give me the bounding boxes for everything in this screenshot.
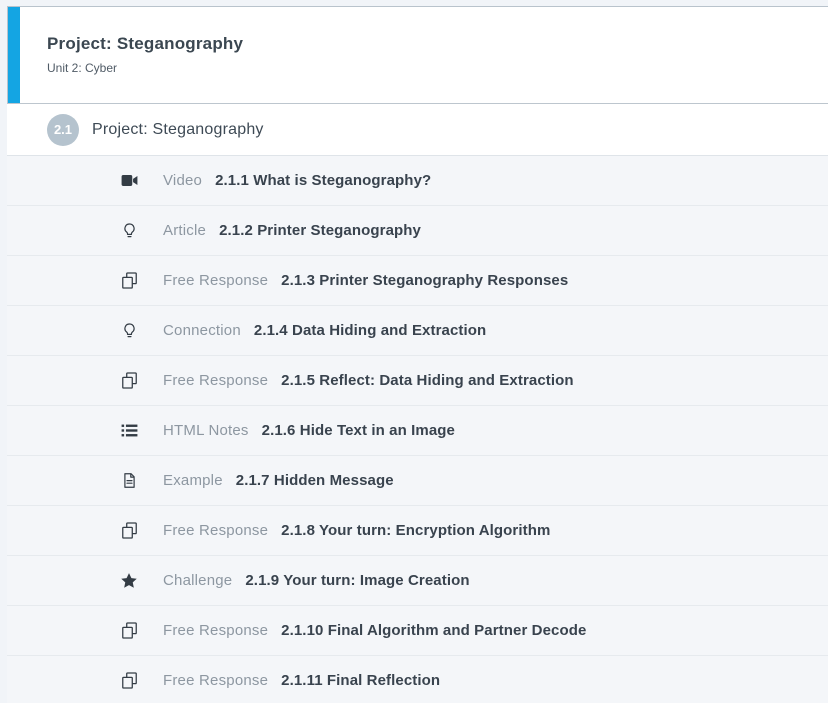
module-subtitle: Unit 2: Cyber [47,61,243,75]
copy-icon [107,671,151,690]
module-page: Project: Steganography Unit 2: Cyber 2.1… [7,6,828,703]
lesson-row[interactable]: Example 2.1.7 Hidden Message [7,456,828,506]
lesson-row[interactable]: Video 2.1.1 What is Steganography? [7,156,828,206]
lesson-row[interactable]: HTML Notes 2.1.6 Hide Text in an Image [7,406,828,456]
copy-icon [107,371,151,390]
lightbulb-icon [107,222,151,239]
lesson-row[interactable]: Free Response 2.1.11 Final Reflection [7,656,828,703]
lesson-title: 2.1.11 Final Reflection [281,672,440,689]
lesson-title: 2.1.2 Printer Steganography [219,222,421,239]
list-icon [107,421,151,440]
module-header: Project: Steganography Unit 2: Cyber [7,6,828,104]
lesson-title: 2.1.6 Hide Text in an Image [262,422,455,439]
module-header-text: Project: Steganography Unit 2: Cyber [20,7,243,103]
document-icon [107,472,151,489]
lesson-title: 2.1.3 Printer Steganography Responses [281,272,568,289]
lesson-title: 2.1.10 Final Algorithm and Partner Decod… [281,622,586,639]
lesson-list: Video 2.1.1 What is Steganography? Artic… [7,156,828,703]
lesson-row[interactable]: Article 2.1.2 Printer Steganography [7,206,828,256]
lesson-row[interactable]: Challenge 2.1.9 Your turn: Image Creatio… [7,556,828,606]
lesson-row[interactable]: Connection 2.1.4 Data Hiding and Extract… [7,306,828,356]
lesson-type-label: Example [163,472,223,489]
star-icon [107,571,151,591]
lesson-type-label: Video [163,172,202,189]
video-icon [107,171,151,190]
lesson-row[interactable]: Free Response 2.1.10 Final Algorithm and… [7,606,828,656]
lesson-row[interactable]: Free Response 2.1.3 Printer Steganograph… [7,256,828,306]
accent-stripe [8,7,20,103]
lesson-row[interactable]: Free Response 2.1.8 Your turn: Encryptio… [7,506,828,556]
lesson-type-label: Connection [163,322,241,339]
lesson-title: 2.1.1 What is Steganography? [215,172,431,189]
lesson-title: 2.1.7 Hidden Message [236,472,394,489]
lesson-title: 2.1.8 Your turn: Encryption Algorithm [281,522,550,539]
lesson-title: 2.1.5 Reflect: Data Hiding and Extractio… [281,372,574,389]
lesson-title: 2.1.4 Data Hiding and Extraction [254,322,486,339]
section-title: Project: Steganography [92,121,264,139]
section-number-badge: 2.1 [47,114,79,146]
lesson-row[interactable]: Free Response 2.1.5 Reflect: Data Hiding… [7,356,828,406]
copy-icon [107,621,151,640]
lesson-type-label: Free Response [163,622,268,639]
copy-icon [107,521,151,540]
module-title: Project: Steganography [47,34,243,54]
copy-icon [107,271,151,290]
lesson-type-label: Free Response [163,522,268,539]
lightbulb-icon [107,322,151,339]
lesson-type-label: Free Response [163,672,268,689]
lesson-type-label: Challenge [163,572,232,589]
lesson-type-label: Free Response [163,372,268,389]
lesson-title: 2.1.9 Your turn: Image Creation [245,572,469,589]
lesson-type-label: Article [163,222,206,239]
section-header-row[interactable]: 2.1 Project: Steganography [7,104,828,156]
lesson-type-label: Free Response [163,272,268,289]
lesson-type-label: HTML Notes [163,422,249,439]
